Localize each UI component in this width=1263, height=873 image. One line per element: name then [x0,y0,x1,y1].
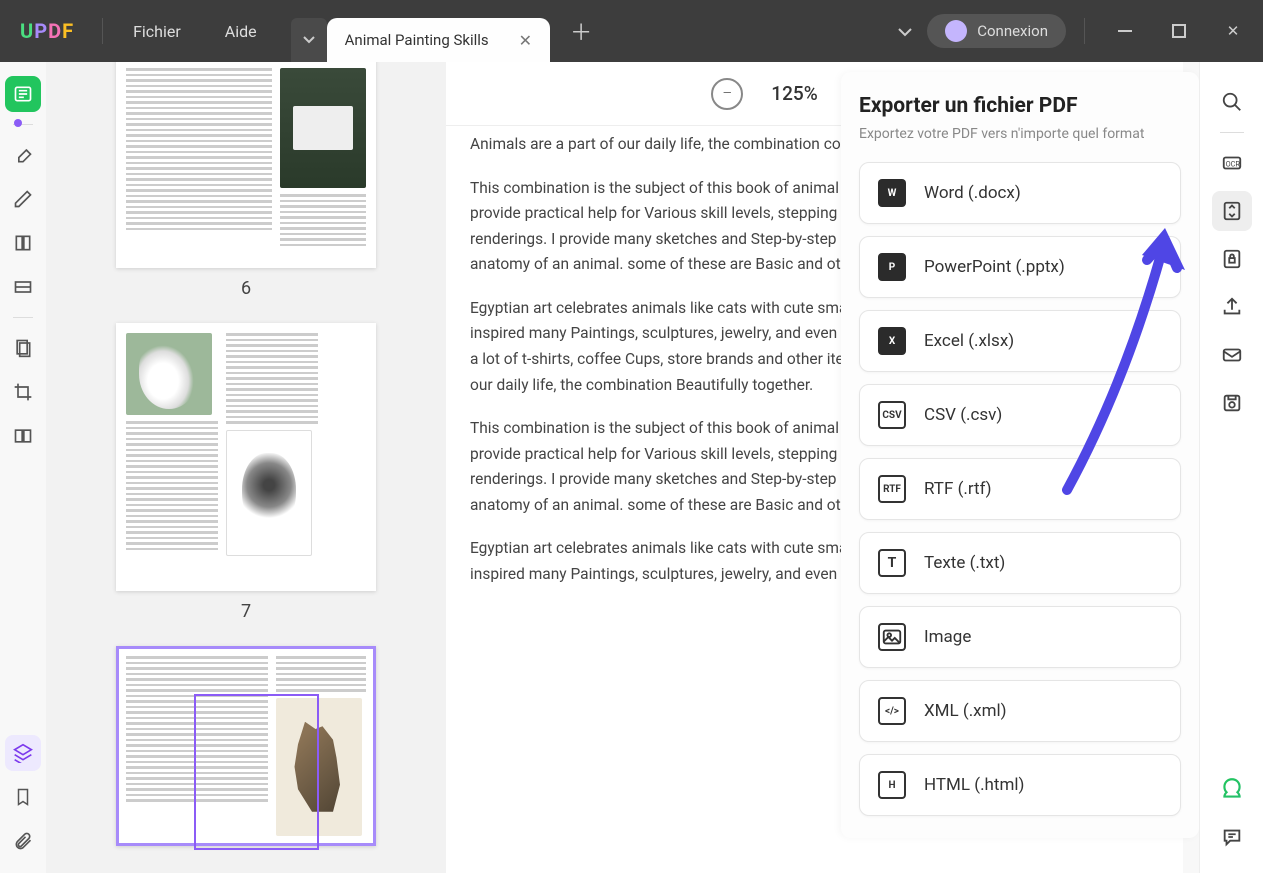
share-button[interactable] [1212,287,1252,327]
export-label: RTF (.rtf) [924,479,992,499]
divider [102,18,103,44]
export-label: Image [924,627,971,647]
tab-dropdown[interactable] [291,18,327,62]
export-html[interactable]: H HTML (.html) [859,754,1181,816]
layers-button[interactable] [5,735,41,771]
save-button[interactable] [1212,383,1252,423]
tab-document[interactable]: Animal Painting Skills ✕ [327,18,550,62]
xml-icon: </> [878,697,906,725]
powerpoint-icon: P [878,253,906,281]
compare-tool[interactable] [5,418,41,454]
bookmark-button[interactable] [5,779,41,815]
search-button[interactable] [1212,82,1252,122]
text-icon: T [878,549,906,577]
left-toolbar [0,62,46,873]
word-icon: W [878,179,906,207]
ai-button[interactable] [1212,769,1252,809]
ocr-button[interactable]: OCR [1212,143,1252,183]
image-icon [878,623,906,651]
svg-text:OCR: OCR [1225,160,1240,169]
menu-file[interactable]: Fichier [111,22,203,41]
export-label: XML (.xml) [924,701,1007,721]
csv-icon: CSV [878,401,906,429]
export-powerpoint[interactable]: P PowerPoint (.pptx) [859,236,1181,298]
right-toolbar: OCR [1199,62,1263,873]
rtf-icon: RTF [878,475,906,503]
zoom-out-button[interactable]: − [711,78,743,110]
export-label: Excel (.xlsx) [924,331,1014,351]
export-label: CSV (.csv) [924,405,1002,425]
export-word[interactable]: W Word (.docx) [859,162,1181,224]
thumbnail-label-6: 6 [116,278,376,299]
html-icon: H [878,771,906,799]
login-button[interactable]: Connexion [927,14,1066,48]
export-image[interactable]: Image [859,606,1181,668]
export-text[interactable]: T Texte (.txt) [859,532,1181,594]
export-panel: Exporter un fichier PDF Exportez votre P… [841,72,1199,838]
export-subtitle: Exportez votre PDF vers n'importe quel f… [859,126,1181,142]
login-label: Connexion [977,22,1048,40]
export-title: Exporter un fichier PDF [859,94,1181,118]
thumbnail-page-8[interactable] [116,646,376,846]
pages-tool[interactable] [5,330,41,366]
email-button[interactable] [1212,335,1252,375]
titlebar-dropdown[interactable] [883,22,927,41]
highlighter-tool[interactable] [5,137,41,173]
export-label: PowerPoint (.pptx) [924,257,1065,277]
export-xml[interactable]: </> XML (.xml) [859,680,1181,742]
export-label: HTML (.html) [924,775,1024,795]
thumbnail-panel: 6 7 [46,62,446,873]
zoom-value: 125% [771,82,817,105]
app-logo: UPDF [0,19,94,43]
window-close[interactable]: ✕ [1211,9,1255,53]
attachment-button[interactable] [5,823,41,859]
titlebar: UPDF Fichier Aide Animal Painting Skills… [0,0,1263,62]
window-maximize[interactable] [1157,9,1201,53]
export-excel[interactable]: X Excel (.xlsx) [859,310,1181,372]
comment-button[interactable] [1212,817,1252,857]
form-tool[interactable] [5,225,41,261]
tab-add-button[interactable]: ＋ [570,15,592,47]
protect-button[interactable] [1212,239,1252,279]
pen-tool[interactable] [5,181,41,217]
export-csv[interactable]: CSV CSV (.csv) [859,384,1181,446]
tab-close-icon[interactable]: ✕ [519,31,532,50]
crop-tool[interactable] [5,374,41,410]
divider [1084,18,1085,44]
export-rtf[interactable]: RTF RTF (.rtf) [859,458,1181,520]
export-label: Texte (.txt) [924,553,1005,573]
thumbnail-page-6[interactable] [116,62,376,268]
redact-tool[interactable] [5,269,41,305]
export-label: Word (.docx) [924,183,1021,203]
tab-title: Animal Painting Skills [345,31,489,49]
excel-icon: X [878,327,906,355]
accent-dot [14,119,22,127]
avatar-icon [945,20,967,42]
thumbnail-label-7: 7 [116,601,376,622]
thumbnail-page-7[interactable] [116,323,376,591]
reader-mode-button[interactable] [5,76,41,112]
convert-button[interactable] [1212,191,1252,231]
menu-help[interactable]: Aide [203,22,279,41]
window-minimize[interactable] [1103,9,1147,53]
